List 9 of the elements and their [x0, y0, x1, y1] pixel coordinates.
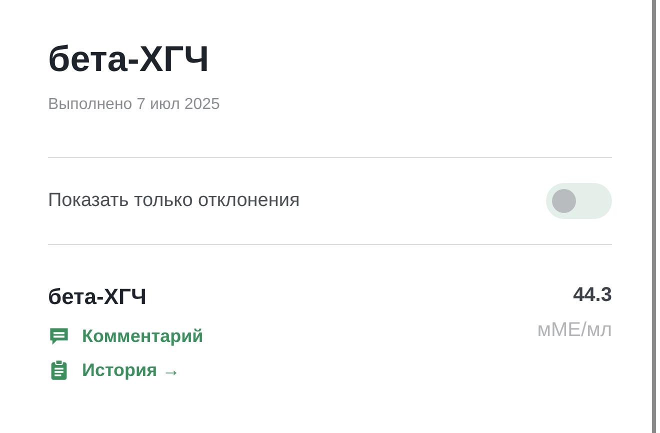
result-value: 44.3 — [572, 284, 612, 307]
result-name: бета-ХГЧ — [48, 284, 148, 310]
link[interactable]: История → — [48, 359, 204, 381]
result-unit: мМЕ/мл — [537, 319, 612, 342]
toggle-switch[interactable] — [546, 183, 612, 219]
filter-label: Показать только отклонения — [48, 190, 300, 212]
test-title: бета-ХГЧ — [48, 38, 210, 80]
link[interactable]: Комментарий — [48, 325, 204, 347]
completion-date: Выполнено 7 июл 2025 — [48, 96, 221, 114]
